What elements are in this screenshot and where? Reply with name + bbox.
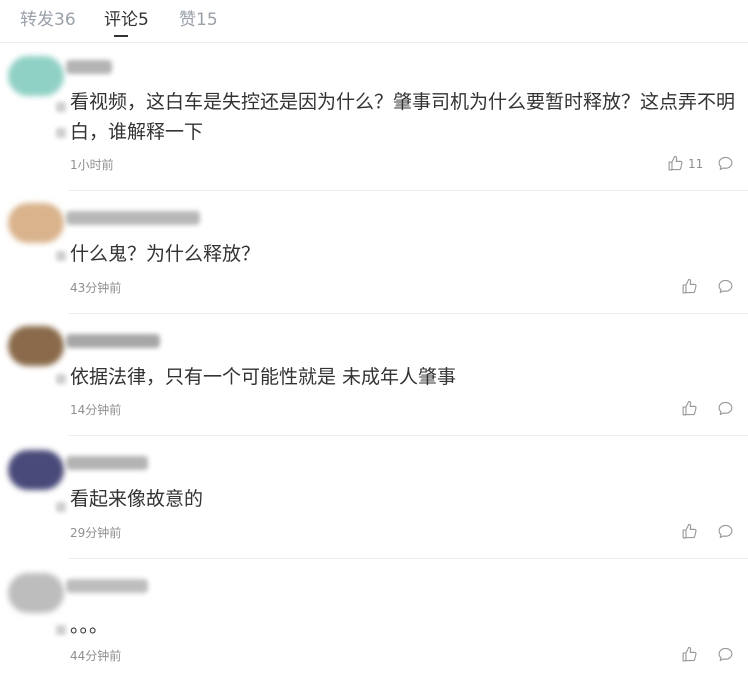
- comment-time: 1小时前: [70, 158, 114, 172]
- comment-bubble-icon: [717, 523, 734, 540]
- like-button[interactable]: [681, 523, 702, 540]
- thumbs-up-icon: [667, 155, 684, 172]
- comment-text: 。。。: [70, 615, 109, 637]
- username[interactable]: [66, 579, 148, 593]
- thumbs-up-icon: [681, 523, 698, 540]
- comment-item: 看视频，这白车是失控还是因为什么？肇事司机为什么要暂时释放？这点弄不明白，谁解释…: [0, 42, 748, 191]
- avatar[interactable]: [8, 450, 64, 490]
- comment-time: 29分钟前: [70, 526, 122, 540]
- avatar[interactable]: [8, 56, 64, 96]
- tab-likes[interactable]: 赞15: [179, 5, 218, 30]
- comment-item: 看起来像故意的 29分钟前: [0, 436, 748, 559]
- ghost-mark: [56, 251, 66, 261]
- like-button[interactable]: [681, 278, 702, 295]
- username[interactable]: [66, 456, 148, 470]
- username[interactable]: [66, 211, 200, 225]
- comment-text: 依据法律，只有一个可能性就是 未成年人肇事: [70, 366, 457, 388]
- comment-bubble-icon: [717, 278, 734, 295]
- comment-item: 什么鬼？为什么释放？ 43分钟前: [0, 191, 748, 314]
- tab-active-indicator: [114, 35, 128, 37]
- reply-button[interactable]: [717, 155, 734, 172]
- like-button[interactable]: 11: [667, 155, 703, 172]
- comment-bubble-icon: [717, 400, 734, 417]
- comment-bubble-icon: [717, 646, 734, 663]
- thumbs-up-icon: [681, 646, 698, 663]
- comment-text: 看起来像故意的: [70, 488, 204, 510]
- ghost-mark: [56, 374, 66, 384]
- comment-time: 14分钟前: [70, 403, 122, 417]
- comment-bubble-icon: [717, 155, 734, 172]
- ghost-mark: [56, 625, 66, 635]
- tab-comments[interactable]: 评论5: [104, 5, 149, 30]
- comment-time: 44分钟前: [70, 649, 122, 663]
- ghost-mark: [56, 102, 66, 112]
- comment-text: 什么鬼？为什么释放？: [70, 243, 261, 265]
- tab-reposts[interactable]: 转发36: [20, 5, 76, 30]
- like-button[interactable]: [681, 400, 702, 417]
- avatar[interactable]: [8, 203, 64, 243]
- avatar[interactable]: [8, 326, 64, 366]
- reply-button[interactable]: [717, 400, 734, 417]
- reply-button[interactable]: [717, 523, 734, 540]
- username[interactable]: [66, 60, 112, 74]
- like-button[interactable]: [681, 646, 702, 663]
- comment-text: 看视频，这白车是失控还是因为什么？肇事司机为什么要暂时释放？这点弄不明白，谁解释…: [70, 91, 736, 143]
- username[interactable]: [66, 334, 160, 348]
- comment-item: 依据法律，只有一个可能性就是 未成年人肇事 14分钟前: [0, 314, 748, 436]
- ghost-mark: [56, 502, 66, 512]
- reply-button[interactable]: [717, 278, 734, 295]
- thumbs-up-icon: [681, 400, 698, 417]
- avatar[interactable]: [8, 573, 64, 613]
- thumbs-up-icon: [681, 278, 698, 295]
- like-count: 11: [688, 156, 704, 171]
- comment-time: 43分钟前: [70, 281, 122, 295]
- reply-button[interactable]: [717, 646, 734, 663]
- ghost-mark: [56, 128, 66, 138]
- comment-item: 。。。 44分钟前: [0, 559, 748, 685]
- comment-tabs: 转发36 评论5 赞15: [0, 0, 748, 43]
